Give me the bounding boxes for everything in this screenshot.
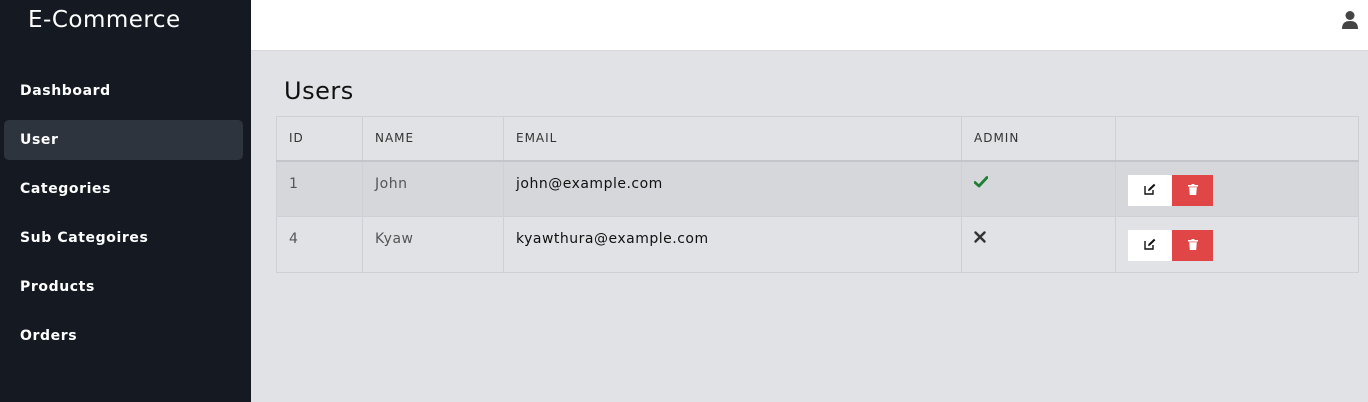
- delete-button[interactable]: [1172, 174, 1213, 206]
- cell-email: john@example.com: [503, 160, 962, 217]
- cell-email: kyawthura@example.com: [503, 216, 962, 273]
- cell-name: Kyaw: [362, 216, 504, 273]
- page-title: Users: [284, 77, 354, 105]
- sidebar-item-dashboard[interactable]: Dashboard: [4, 71, 243, 111]
- column-header-name: NAME: [362, 116, 504, 162]
- table-row: 4 Kyaw kyawthura@example.com: [276, 216, 1359, 273]
- cell-id: 1: [276, 160, 363, 217]
- users-table: ID NAME EMAIL ADMIN 1 John john@example.…: [276, 116, 1359, 273]
- delete-button[interactable]: [1172, 230, 1213, 261]
- edit-icon: [1144, 238, 1156, 253]
- trash-icon: [1187, 183, 1198, 198]
- sidebar-item-orders[interactable]: Orders: [4, 316, 243, 356]
- edit-icon: [1144, 183, 1156, 198]
- check-icon: [973, 175, 989, 188]
- cell-actions: [1115, 160, 1359, 217]
- trash-icon: [1187, 238, 1198, 253]
- sidebar-item-categories[interactable]: Categories: [4, 169, 243, 209]
- column-header-id: ID: [276, 116, 363, 162]
- cell-actions: [1115, 216, 1359, 273]
- edit-button[interactable]: [1128, 230, 1172, 261]
- column-header-email: EMAIL: [503, 116, 962, 162]
- top-bar: [251, 0, 1368, 51]
- sidebar-nav: Dashboard User Categories Sub Categoires…: [4, 71, 243, 365]
- main-content: Users ID NAME EMAIL ADMIN 1 John john@ex…: [251, 52, 1368, 402]
- table-header-row: ID NAME EMAIL ADMIN: [276, 116, 1359, 162]
- cell-id: 4: [276, 216, 363, 273]
- table-row: 1 John john@example.com: [276, 160, 1359, 217]
- cell-admin: [961, 216, 1116, 273]
- edit-button[interactable]: [1128, 174, 1172, 206]
- row-actions: [1128, 174, 1346, 206]
- brand-title[interactable]: E-Commerce: [28, 7, 181, 33]
- column-header-admin: ADMIN: [961, 116, 1116, 162]
- sidebar-item-user[interactable]: User: [4, 120, 243, 160]
- sidebar: E-Commerce Dashboard User Categories Sub…: [0, 0, 251, 402]
- user-icon[interactable]: [1342, 10, 1358, 30]
- sidebar-item-products[interactable]: Products: [4, 267, 243, 307]
- column-header-actions: [1115, 116, 1359, 162]
- cell-name: John: [362, 160, 504, 217]
- sidebar-item-sub-categories[interactable]: Sub Categoires: [4, 218, 243, 258]
- x-icon: [974, 231, 986, 243]
- row-actions: [1128, 230, 1346, 261]
- cell-admin: [961, 160, 1116, 217]
